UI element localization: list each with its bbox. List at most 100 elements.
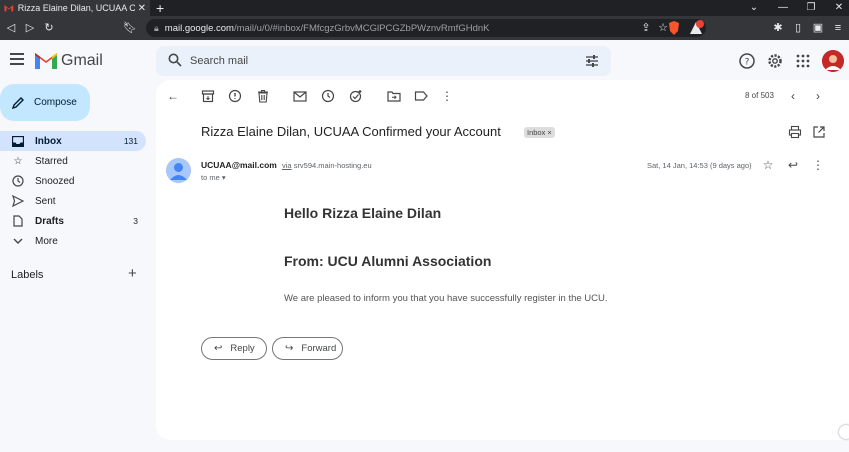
reply-label: Reply xyxy=(230,343,255,354)
inbox-label-badge[interactable]: Inbox × xyxy=(524,127,555,138)
sender-avatar[interactable] xyxy=(166,158,191,183)
inbox-count: 131 xyxy=(123,136,138,146)
inbox-icon xyxy=(12,135,24,147)
sidebar-item-label: Starred xyxy=(35,155,68,167)
send-icon xyxy=(12,195,24,207)
more-options-icon[interactable]: ⋮ xyxy=(440,89,454,103)
chevron-down-icon xyxy=(12,235,24,247)
delete-icon[interactable] xyxy=(256,89,270,103)
browser-menu-icon[interactable]: ≡ xyxy=(830,20,846,36)
browser-toolbar: ◁ ▷ ↻ 🔖︎ 🔒︎ mail.google.com/mail/u/0/#in… xyxy=(0,16,849,40)
via-host-name: srv594.main-hosting.eu xyxy=(293,161,372,170)
side-panel-toggle-icon[interactable] xyxy=(839,425,849,439)
sidebar-item-inbox[interactable]: Inbox 131 xyxy=(0,131,146,151)
via-prefix[interactable]: via xyxy=(282,161,292,170)
body-text: We are pleased to inform you that you ha… xyxy=(284,293,608,304)
minimize-icon[interactable]: — xyxy=(775,0,791,16)
lock-icon: 🔒︎ xyxy=(154,22,159,33)
add-to-tasks-icon[interactable] xyxy=(349,89,363,103)
draft-file-icon xyxy=(12,215,24,227)
forward-label: Forward xyxy=(301,343,337,354)
main-menu-icon[interactable] xyxy=(10,53,24,65)
report-spam-icon[interactable] xyxy=(228,89,242,103)
reply-button[interactable]: ↩ Reply xyxy=(201,337,267,360)
new-tab-button[interactable]: + xyxy=(156,0,164,16)
settings-gear-icon[interactable] xyxy=(766,52,784,70)
search-bar[interactable] xyxy=(156,46,611,76)
sidebar-item-starred[interactable]: ☆ Starred xyxy=(0,151,146,171)
address-bar[interactable]: 🔒︎ mail.google.com/mail/u/0/#inbox/FMfcg… xyxy=(146,19,706,37)
message-date: Sat, 14 Jan, 14:53 (9 days ago) xyxy=(647,161,752,170)
wallet-icon[interactable]: ▣ xyxy=(810,20,826,36)
body-greeting: Hello Rizza Elaine Dilan xyxy=(284,205,442,221)
browser-tab[interactable]: Rizza Elaine Dilan, UCUAA Confir ✕ xyxy=(0,0,150,16)
url-path: /mail/u/0/#inbox/FMfcgzGrbvMCGlPCGZbPWzn… xyxy=(233,22,490,34)
star-icon[interactable]: ☆ xyxy=(761,158,775,172)
print-icon[interactable] xyxy=(788,125,802,139)
compose-button[interactable]: Compose xyxy=(0,84,90,121)
gmail-logo[interactable]: Gmail xyxy=(35,52,103,70)
sidebar-item-drafts[interactable]: Drafts 3 xyxy=(0,211,146,231)
gmail-header: Gmail ? xyxy=(0,40,849,82)
snooze-clock-icon[interactable] xyxy=(321,89,335,103)
move-to-icon[interactable] xyxy=(387,89,401,103)
body-from: From: UCU Alumni Association xyxy=(284,253,492,269)
label-tag-icon[interactable] xyxy=(414,89,428,103)
older-chevron-right-icon[interactable]: › xyxy=(811,89,825,103)
sidebar-item-label: Sent xyxy=(35,195,56,207)
via-host: via srv594.main-hosting.eu xyxy=(282,161,372,170)
reload-icon[interactable]: ↻ xyxy=(41,20,57,36)
clock-icon xyxy=(12,175,24,187)
message-view: ← ⋮ 8 of 503 ‹ › Rizza Elaine Dilan, UCU… xyxy=(156,80,849,440)
gmail-favicon-icon xyxy=(4,5,14,12)
browser-tab-bar: Rizza Elaine Dilan, UCUAA Confir ✕ + ⌄ —… xyxy=(0,0,849,16)
mark-unread-icon[interactable] xyxy=(293,89,307,103)
back-icon[interactable]: ◁ xyxy=(3,20,19,36)
apps-grid-icon[interactable] xyxy=(794,52,812,70)
sidebar-item-sent[interactable]: Sent xyxy=(0,191,146,211)
newer-chevron-left-icon[interactable]: ‹ xyxy=(786,89,800,103)
caret-down-icon: ▾ xyxy=(221,173,226,182)
bookmark-icon[interactable]: 🔖︎ xyxy=(122,20,138,36)
message-subject: Rizza Elaine Dilan, UCUAA Confirmed your… xyxy=(201,124,501,139)
close-window-icon[interactable]: ✕ xyxy=(831,0,847,16)
tab-search-icon[interactable]: ⌄ xyxy=(746,0,762,16)
share-icon[interactable]: ⇪ xyxy=(638,20,654,36)
archive-icon[interactable] xyxy=(201,89,215,103)
open-new-window-icon[interactable] xyxy=(812,125,826,139)
forward-icon[interactable]: ▷ xyxy=(22,20,38,36)
forward-arrow-icon: ↪ xyxy=(285,343,294,354)
drafts-count: 3 xyxy=(133,216,138,226)
sidebar-item-label: Snoozed xyxy=(35,175,75,187)
sidebar-item-label: Inbox xyxy=(35,135,62,147)
reply-icon[interactable]: ↩ xyxy=(786,158,800,172)
reply-arrow-icon: ↩ xyxy=(214,343,223,354)
extensions-icon[interactable]: ✱ xyxy=(770,20,786,36)
sidebar-item-snoozed[interactable]: Snoozed xyxy=(0,171,146,191)
forward-button[interactable]: ↪ Forward xyxy=(272,337,343,360)
pencil-icon xyxy=(12,96,24,109)
sender-email[interactable]: UCUAA@mail.com xyxy=(201,160,277,170)
message-more-icon[interactable]: ⋮ xyxy=(811,158,825,172)
brave-rewards-icon[interactable] xyxy=(688,20,704,36)
search-input[interactable] xyxy=(190,52,570,70)
sidebar-item-label: Drafts xyxy=(35,215,64,227)
labels-heading: Labels xyxy=(11,269,44,281)
recipient-details[interactable]: to me ▾ xyxy=(201,173,226,182)
url-host: mail.google.com xyxy=(164,22,234,34)
add-label-button[interactable]: + xyxy=(128,266,137,282)
search-icon[interactable] xyxy=(168,53,182,67)
sidebar-item-more[interactable]: More xyxy=(0,231,146,251)
account-avatar[interactable] xyxy=(822,50,844,72)
search-options-icon[interactable] xyxy=(585,54,599,68)
brave-shield-icon[interactable] xyxy=(666,20,682,36)
maximize-icon[interactable]: ❐ xyxy=(803,0,819,16)
gmail-logo-icon xyxy=(35,53,57,69)
help-icon[interactable]: ? xyxy=(738,52,756,70)
gmail-wordmark: Gmail xyxy=(61,52,103,69)
back-to-inbox-icon[interactable]: ← xyxy=(166,89,180,103)
tab-close-icon[interactable]: ✕ xyxy=(138,3,146,14)
sidebar-toggle-icon[interactable]: ▯ xyxy=(790,20,806,36)
compose-label: Compose xyxy=(34,97,77,108)
svg-text:?: ? xyxy=(745,58,750,68)
